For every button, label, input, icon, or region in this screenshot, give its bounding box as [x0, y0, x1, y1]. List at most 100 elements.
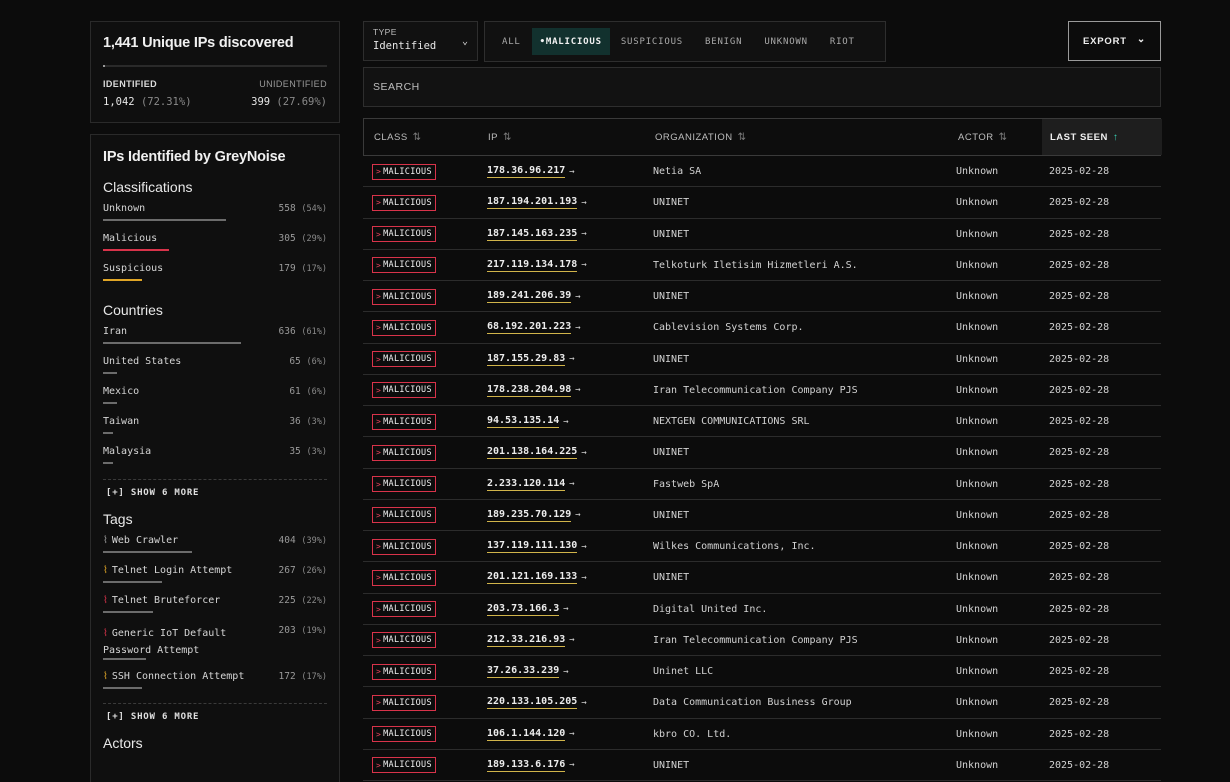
table-row[interactable]: > MALICIOUS 189.241.206.39 → UNINET Unknown 20… [363, 281, 1161, 313]
country-share-bar [103, 432, 113, 435]
type-select-label: TYPE [373, 27, 397, 37]
ip-link[interactable]: 189.133.6.176 [487, 759, 566, 772]
tag-item[interactable]: ⌇ Telnet Bruteforcer 225 (22%) [103, 593, 327, 623]
table-row[interactable]: > MALICIOUS 37.26.33.239 → Uninet LLC Unknown… [363, 656, 1161, 688]
ip-link[interactable]: 189.235.70.129 [487, 509, 572, 522]
column-header-organization[interactable]: ORGANIZATION ⇅ [645, 119, 948, 155]
column-header-actor[interactable]: ACTOR ⇅ [948, 119, 1042, 155]
table-row[interactable]: > MALICIOUS 187.194.201.193 → UNINET Unknown 2… [363, 187, 1161, 219]
table-row[interactable]: > MALICIOUS 203.73.166.3 → Digital United In… [363, 594, 1161, 625]
ip-link[interactable]: 201.121.169.133 [487, 571, 578, 585]
type-select[interactable]: TYPE Identified ⌄ [363, 21, 478, 61]
classification-item[interactable]: Malicious 305 (29%) [103, 231, 327, 261]
last-seen-cell: 2025-02-28 [1049, 259, 1110, 271]
ip-link[interactable]: 106.1.144.120 [487, 728, 566, 741]
ip-link[interactable]: 220.133.105.205 [487, 696, 578, 710]
search-input[interactable] [373, 81, 1160, 93]
table-row[interactable]: > MALICIOUS 201.138.164.225 → UNINET Unknown 2… [363, 437, 1161, 469]
column-header-class[interactable]: CLASS ⇅ [364, 119, 478, 155]
tag-item[interactable]: ⌇ Telnet Login Attempt 267 (26%) [103, 563, 327, 593]
ip-link[interactable]: 37.26.33.239 [487, 665, 560, 678]
ip-link[interactable]: 94.53.135.14 [487, 415, 560, 428]
ip-link[interactable]: 187.155.29.83 [487, 353, 566, 366]
actor-cell: Unknown [956, 228, 999, 240]
filter-malicious-button[interactable]: •MALICIOUS [531, 28, 610, 55]
ip-link[interactable]: 187.145.163.235 [487, 228, 578, 241]
table-row[interactable]: > MALICIOUS 106.1.144.120 → kbro CO. Ltd. Unk… [363, 719, 1161, 750]
malicious-badge: > MALICIOUS [372, 694, 436, 711]
table-row[interactable]: > MALICIOUS 187.155.29.83 → UNINET Unknown 202… [363, 344, 1161, 375]
caret-right-icon: > [376, 354, 382, 364]
ip-link[interactable]: 178.36.96.217 [487, 165, 566, 178]
table-row[interactable]: > MALICIOUS 220.133.105.205 → Data Communica… [363, 687, 1161, 719]
tag-item[interactable]: ⌇ Web Crawler 404 (39%) [103, 533, 327, 563]
country-item[interactable]: Malaysia 35 (3%) [103, 444, 327, 474]
tag-item[interactable]: ⌇ SSH Connection Attempt 172 (17%) [103, 669, 327, 699]
table-row[interactable]: > MALICIOUS 189.235.70.129 → UNINET Unknown 20… [363, 500, 1161, 531]
classification-item[interactable]: Suspicious 179 (17%) [103, 261, 327, 291]
class-cell: > MALICIOUS [372, 187, 436, 218]
malicious-badge: > MALICIOUS [372, 663, 436, 680]
table-row[interactable]: > MALICIOUS 94.53.135.14 → NEXTGEN COMMUNICA… [363, 406, 1161, 438]
country-item[interactable]: Iran 636 (61%) [103, 324, 327, 354]
countries-show-more-button[interactable]: [+] SHOW 6 MORE [103, 478, 327, 511]
ip-link[interactable]: 2.233.120.114 [487, 478, 566, 491]
ip-link[interactable]: 187.194.201.193 [487, 196, 578, 210]
class-cell: > MALICIOUS [372, 562, 436, 593]
ip-link[interactable]: 203.73.166.3 [487, 603, 560, 616]
ip-link[interactable]: 137.119.111.130 [487, 540, 578, 553]
tag-count: 203 (19%) [278, 625, 328, 637]
organization-cell: Netia SA [653, 166, 702, 177]
ip-cell: 2.233.120.114 → [487, 469, 575, 500]
caret-right-icon: > [376, 448, 382, 458]
country-name: United States [103, 355, 182, 367]
organization-cell: Uninet LLC [653, 666, 714, 677]
tags-show-more-button[interactable]: [+] SHOW 6 MORE [103, 703, 327, 735]
filter-all-button[interactable]: ALL [491, 28, 532, 55]
filter-benign-button[interactable]: BENIGN [694, 28, 753, 55]
malicious-badge: > MALICIOUS [372, 476, 436, 492]
arrow-right-icon: → [575, 322, 581, 333]
ip-link[interactable]: 217.119.134.178 [487, 259, 578, 272]
country-item[interactable]: United States 65 (6%) [103, 354, 327, 384]
ip-link[interactable]: 189.241.206.39 [487, 290, 572, 303]
country-item[interactable]: Mexico 61 (6%) [103, 384, 327, 414]
ip-cell: 106.1.144.120 → [487, 719, 575, 750]
table-row[interactable]: > MALICIOUS 217.119.134.178 → Telkoturk Ilet… [363, 250, 1161, 281]
actor-cell: Unknown [956, 666, 999, 677]
ip-link[interactable]: 68.192.201.223 [487, 321, 572, 335]
class-cell: > MALICIOUS [372, 219, 436, 250]
class-cell: > MALICIOUS [372, 250, 436, 281]
ip-cell: 217.119.134.178 → [487, 250, 587, 281]
tag-count: 172 (17%) [278, 671, 328, 683]
filter-suspicious-button[interactable]: SUSPICIOUS [610, 28, 694, 55]
filter-unknown-button[interactable]: UNKNOWN [753, 28, 819, 55]
country-item[interactable]: Taiwan 36 (3%) [103, 414, 327, 444]
arrow-right-icon: → [569, 729, 575, 739]
table-row[interactable]: > MALICIOUS 201.121.169.133 → UNINET Unknown 2… [363, 562, 1161, 594]
ip-link[interactable]: 212.33.216.93 [487, 634, 566, 647]
filter-riot-button[interactable]: RIOT [819, 28, 866, 55]
table-row[interactable]: > MALICIOUS 2.233.120.114 → Fastweb SpA Unkno… [363, 469, 1161, 500]
table-row[interactable]: > MALICIOUS 178.36.96.217 → Netia SA Unknown 2… [363, 156, 1161, 188]
classification-item[interactable]: Unknown 558 (54%) [103, 201, 327, 231]
ip-cell: 187.155.29.83 → [487, 344, 575, 375]
column-header-ip[interactable]: IP ⇅ [478, 119, 645, 155]
column-header-last-seen[interactable]: LAST SEEN ↑ [1042, 119, 1162, 155]
table-row[interactable]: > MALICIOUS 187.145.163.235 → UNINET Unknown 2… [363, 219, 1161, 250]
table-row[interactable]: > MALICIOUS 68.192.201.223 → Cablevision Sys… [363, 312, 1161, 344]
table-row[interactable]: > MALICIOUS 212.33.216.93 → Iran Telecommuni… [363, 625, 1161, 656]
tag-share-bar [103, 580, 162, 583]
tag-item[interactable]: ⌇ Generic IoT Default Password Attempt 203… [103, 623, 327, 669]
export-button[interactable]: EXPORT ⌄ [1068, 21, 1161, 61]
class-cell: > MALICIOUS [372, 719, 436, 750]
tag-count: 267 (26%) [278, 564, 328, 576]
table-row[interactable]: > MALICIOUS 178.238.204.98 → Iran Telecommun… [363, 375, 1161, 406]
class-cell: > MALICIOUS [372, 531, 436, 562]
ip-link[interactable]: 178.238.204.98 [487, 384, 572, 397]
table-row[interactable]: > MALICIOUS 137.119.111.130 → Wilkes Communi… [363, 531, 1161, 563]
ip-cell: 189.241.206.39 → [487, 281, 581, 312]
ip-link[interactable]: 201.138.164.225 [487, 446, 578, 460]
results-table: CLASS ⇅ IP ⇅ ORGANIZATION ⇅ ACTOR ⇅ LAST SEEN ↑ >… [363, 118, 1162, 781]
table-row[interactable]: > MALICIOUS 189.133.6.176 → UNINET Unknown 202… [363, 750, 1161, 781]
